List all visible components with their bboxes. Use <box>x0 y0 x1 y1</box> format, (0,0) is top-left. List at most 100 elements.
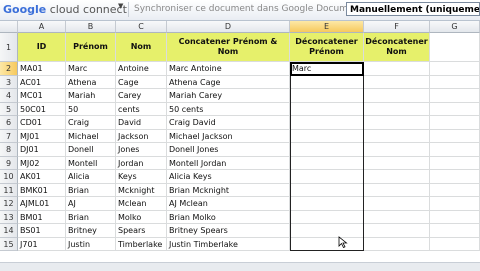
cell-g8[interactable] <box>430 143 480 157</box>
cell-g3[interactable] <box>430 75 480 89</box>
cell-e9[interactable] <box>290 156 364 170</box>
cell-d4[interactable]: Mariah Carey <box>167 89 290 103</box>
cell-c3[interactable]: Cage <box>116 75 167 89</box>
column-header-d[interactable]: D <box>167 21 290 33</box>
row-header-10[interactable]: 10 <box>0 170 18 184</box>
cell-a5[interactable]: 50C01 <box>18 102 66 116</box>
row-header-5[interactable]: 5 <box>0 102 18 116</box>
cell-f15[interactable] <box>364 237 430 251</box>
cell-a4[interactable]: MC01 <box>18 89 66 103</box>
cell-e8[interactable] <box>290 143 364 157</box>
cell-g12[interactable] <box>430 197 480 211</box>
row-header-13[interactable]: 13 <box>0 210 18 224</box>
cell-d7[interactable]: Michael Jackson <box>167 129 290 143</box>
column-header-b[interactable]: B <box>66 21 116 33</box>
chevron-down-icon[interactable]: ▼ <box>118 2 123 10</box>
cell-g4[interactable] <box>430 89 480 103</box>
row-header-2[interactable]: 2 <box>0 62 18 76</box>
row-header-4[interactable]: 4 <box>0 89 18 103</box>
cell-a12[interactable]: AJML01 <box>18 197 66 211</box>
cell-e11[interactable] <box>290 183 364 197</box>
cell-d8[interactable]: Donell Jones <box>167 143 290 157</box>
cell-g6[interactable] <box>430 116 480 130</box>
cell-e6[interactable] <box>290 116 364 130</box>
cell-e13[interactable] <box>290 210 364 224</box>
cell-c10[interactable]: Keys <box>116 170 167 184</box>
cell-d5[interactable]: 50 cents <box>167 102 290 116</box>
cell-g11[interactable] <box>430 183 480 197</box>
cell-a7[interactable]: MJ01 <box>18 129 66 143</box>
cell-d6[interactable]: Craig David <box>167 116 290 130</box>
cell-d13[interactable]: Brian Molko <box>167 210 290 224</box>
row-header-1[interactable]: 1 <box>0 33 18 62</box>
select-all-corner[interactable] <box>0 21 18 33</box>
cell-a9[interactable]: MJ02 <box>18 156 66 170</box>
cell-b5[interactable]: 50 <box>66 102 116 116</box>
header-cell-c[interactable]: Nom <box>116 33 167 62</box>
cell-a6[interactable]: CD01 <box>18 116 66 130</box>
cell-a10[interactable]: AK01 <box>18 170 66 184</box>
cell-c6[interactable]: David <box>116 116 167 130</box>
cell-d11[interactable]: Brian Mcknight <box>167 183 290 197</box>
cell-f3[interactable] <box>364 75 430 89</box>
cell-d2[interactable]: Marc Antoine <box>167 62 290 76</box>
cell-c5[interactable]: cents <box>116 102 167 116</box>
row-header-8[interactable]: 8 <box>0 143 18 157</box>
cell-e5[interactable] <box>290 102 364 116</box>
cell-b4[interactable]: Mariah <box>66 89 116 103</box>
cell-g9[interactable] <box>430 156 480 170</box>
cell-a8[interactable]: DJ01 <box>18 143 66 157</box>
cell-c7[interactable]: Jackson <box>116 129 167 143</box>
cell-b11[interactable]: Brian <box>66 183 116 197</box>
cell-b13[interactable]: Brian <box>66 210 116 224</box>
column-header-g[interactable]: G <box>430 21 480 33</box>
cell-c12[interactable]: Mclean <box>116 197 167 211</box>
row-header-3[interactable]: 3 <box>0 75 18 89</box>
column-header-c[interactable]: C <box>116 21 167 33</box>
cell-c13[interactable]: Molko <box>116 210 167 224</box>
cell-c8[interactable]: Jones <box>116 143 167 157</box>
header-cell-d[interactable]: Concatener Prénom & Nom <box>167 33 290 62</box>
cell-e4[interactable] <box>290 89 364 103</box>
row-header-12[interactable]: 12 <box>0 197 18 211</box>
row-header-14[interactable]: 14 <box>0 224 18 238</box>
cell-a15[interactable]: J701 <box>18 237 66 251</box>
cell-f6[interactable] <box>364 116 430 130</box>
google-cloud-connect-menu[interactable]: Google cloud connect <box>3 1 127 18</box>
header-cell-g[interactable] <box>430 33 480 62</box>
cell-d15[interactable]: Justin Timberlake <box>167 237 290 251</box>
cell-d14[interactable]: Britney Spears <box>167 224 290 238</box>
cell-e3[interactable] <box>290 75 364 89</box>
cell-d12[interactable]: AJ Mclean <box>167 197 290 211</box>
cell-e12[interactable] <box>290 197 364 211</box>
cell-c15[interactable]: Timberlake <box>116 237 167 251</box>
cell-b14[interactable]: Britney <box>66 224 116 238</box>
cell-b6[interactable]: Craig <box>66 116 116 130</box>
header-cell-f[interactable]: Déconcatener Nom <box>364 33 430 62</box>
column-header-f[interactable]: F <box>364 21 430 33</box>
cell-g13[interactable] <box>430 210 480 224</box>
cell-f8[interactable] <box>364 143 430 157</box>
cell-c9[interactable]: Jordan <box>116 156 167 170</box>
cell-f7[interactable] <box>364 129 430 143</box>
header-cell-a[interactable]: ID <box>18 33 66 62</box>
cell-c14[interactable]: Spears <box>116 224 167 238</box>
active-cell-e2[interactable] <box>290 62 364 76</box>
cell-e7[interactable] <box>290 129 364 143</box>
header-cell-b[interactable]: Prénom <box>66 33 116 62</box>
cell-d3[interactable]: Athena Cage <box>167 75 290 89</box>
row-header-9[interactable]: 9 <box>0 156 18 170</box>
cell-a13[interactable]: BM01 <box>18 210 66 224</box>
sync-mode-select[interactable]: Manuellement (uniquement lorsq <box>346 2 480 16</box>
cell-a14[interactable]: BS01 <box>18 224 66 238</box>
cell-b8[interactable]: Donell <box>66 143 116 157</box>
cell-f2[interactable] <box>364 62 430 76</box>
cell-f4[interactable] <box>364 89 430 103</box>
cell-g2[interactable] <box>430 62 480 76</box>
cell-b3[interactable]: Athena <box>66 75 116 89</box>
cell-a11[interactable]: BMK01 <box>18 183 66 197</box>
cell-f5[interactable] <box>364 102 430 116</box>
row-header-15[interactable]: 15 <box>0 237 18 251</box>
cell-d9[interactable]: Montell Jordan <box>167 156 290 170</box>
cell-f14[interactable] <box>364 224 430 238</box>
